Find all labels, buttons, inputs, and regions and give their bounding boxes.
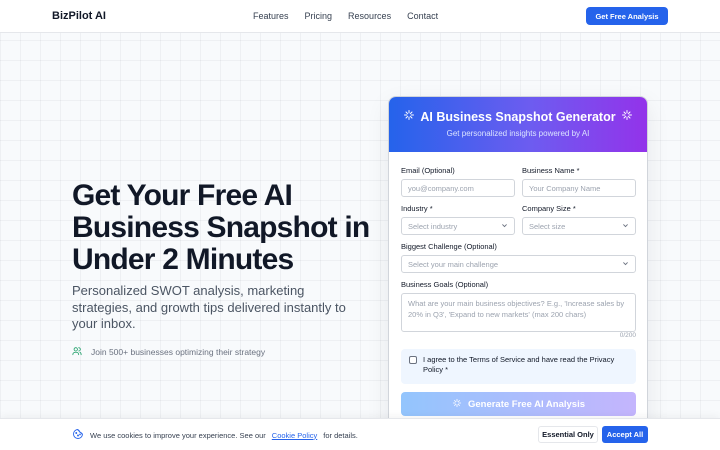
terms-checkbox[interactable] <box>409 356 417 364</box>
goals-field-group: Business Goals (Optional) What are your … <box>401 280 636 339</box>
industry-field-group: Industry * Select industry <box>401 204 515 235</box>
goals-char-counter: 0/200 <box>619 332 636 339</box>
email-input[interactable]: you@company.com <box>401 179 515 197</box>
industry-select[interactable]: Select industry <box>401 217 515 235</box>
nav-item-contact[interactable]: Contact <box>407 11 438 21</box>
challenge-label: Biggest Challenge (Optional) <box>401 242 497 251</box>
goals-label: Business Goals (Optional) <box>401 280 489 289</box>
email-label: Email (Optional) <box>401 166 455 175</box>
generate-analysis-button[interactable]: Generate Free AI Analysis <box>401 392 636 416</box>
industry-label: Industry * <box>401 204 433 213</box>
industry-select-value: Select industry <box>408 221 458 231</box>
sparkle-icon <box>621 109 633 124</box>
cookie-policy-link[interactable]: Cookie Policy <box>272 431 317 440</box>
nav-item-features[interactable]: Features <box>253 11 289 21</box>
business-name-label: Business Name * <box>522 166 580 175</box>
sparkle-icon <box>452 398 462 411</box>
hero-subtitle: Personalized SWOT analysis, marketing st… <box>72 283 346 331</box>
hero-title: Get Your Free AI Business Snapshot in Un… <box>72 179 370 276</box>
challenge-select-value: Select your main challenge <box>408 259 499 269</box>
nav-item-pricing[interactable]: Pricing <box>305 11 333 21</box>
terms-consent-text: I agree to the Terms of Service and have… <box>423 355 615 374</box>
company-size-field-group: Company Size * Select size <box>522 204 636 235</box>
social-proof: Join 500+ businesses optimizing their st… <box>72 346 265 358</box>
company-size-label: Company Size * <box>522 204 576 213</box>
chevron-down-icon <box>501 222 508 231</box>
form-subtitle: Get personalized insights powered by AI <box>446 129 590 138</box>
essential-only-button[interactable]: Essential Only <box>538 426 598 443</box>
goals-textarea[interactable]: What are your main business objectives? … <box>401 293 636 332</box>
cookie-icon <box>72 428 84 442</box>
social-proof-text: Join 500+ businesses optimizing their st… <box>91 347 266 357</box>
chevron-down-icon <box>622 260 629 269</box>
users-icon <box>72 346 82 358</box>
form-title-row: AI Business Snapshot Generator <box>389 109 647 124</box>
terms-consent-box: I agree to the Terms of Service and have… <box>401 349 636 384</box>
get-free-analysis-button[interactable]: Get Free Analysis <box>586 7 668 25</box>
email-field-group: Email (Optional) you@company.com <box>401 166 515 197</box>
cookie-text-before: We use cookies to improve your experienc… <box>90 430 266 440</box>
business-name-field-group: Business Name * Your Company Name <box>522 166 636 197</box>
top-navbar: BizPilot AI Features Pricing Resources C… <box>0 0 720 33</box>
form-title: AI Business Snapshot Generator <box>420 109 616 124</box>
company-size-select-value: Select size <box>529 221 566 231</box>
cookie-message: We use cookies to improve your experienc… <box>72 428 358 442</box>
form-header: AI Business Snapshot Generator Get perso… <box>389 97 647 152</box>
nav-item-resources[interactable]: Resources <box>348 11 391 21</box>
main-nav: Features Pricing Resources Contact <box>253 11 438 21</box>
challenge-field-group: Biggest Challenge (Optional) Select your… <box>401 242 636 273</box>
sparkle-icon <box>403 109 415 124</box>
company-size-select[interactable]: Select size <box>522 217 636 235</box>
brand-logo[interactable]: BizPilot AI <box>52 10 106 22</box>
accept-all-button[interactable]: Accept All <box>602 426 648 443</box>
snapshot-form-card: AI Business Snapshot Generator Get perso… <box>388 96 648 436</box>
challenge-select[interactable]: Select your main challenge <box>401 255 636 273</box>
generate-analysis-label: Generate Free AI Analysis <box>467 398 586 410</box>
business-name-input[interactable]: Your Company Name <box>522 179 636 197</box>
cookie-text-after: for details. <box>323 430 358 440</box>
cookie-banner: We use cookies to improve your experienc… <box>0 418 720 450</box>
chevron-down-icon <box>622 222 629 231</box>
